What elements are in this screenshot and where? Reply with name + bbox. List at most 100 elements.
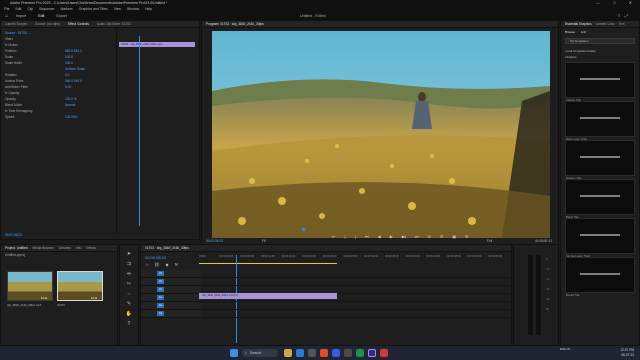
razor-tool-icon[interactable]: ✂ [127, 281, 131, 287]
app-icon[interactable] [356, 349, 364, 357]
language-indicator[interactable]: ENG IN [560, 347, 570, 351]
mark-out-bracket-icon[interactable]: } [355, 234, 356, 239]
fullscreen-icon[interactable]: ⤢ [625, 13, 632, 18]
premiere-taskbar-icon[interactable] [368, 349, 376, 357]
mark-in-icon[interactable]: ⇤ [332, 234, 335, 239]
tab-project[interactable]: Project: Untitled [5, 245, 28, 251]
home-icon[interactable]: ⌂ [5, 13, 8, 19]
mini-clip[interactable]: 01703 · clip_3840_2160_30fps.mp4 [119, 42, 195, 47]
export-frame-icon[interactable]: ▣ [452, 234, 456, 239]
start-icon[interactable] [230, 349, 238, 357]
track-header[interactable]: A2 [141, 302, 201, 309]
effect-controls-tabs: Lumetri Scopes Source: (no clips) Effect… [1, 21, 199, 28]
pen-tool-icon[interactable]: ✎ [127, 301, 131, 307]
tab-sequence[interactable]: 01703 · clip_3840_2160_30fps [145, 245, 189, 251]
template-card[interactable]: Simple Lower Third [565, 218, 635, 258]
track-label[interactable]: A1 [157, 295, 164, 300]
template-card[interactable]: Basic Title [565, 179, 635, 219]
effect-row-value[interactable]: Normal [65, 102, 75, 108]
type-tool-icon[interactable]: T [127, 321, 130, 327]
play-icon[interactable]: ▶ [390, 234, 393, 239]
close-button[interactable]: ✕ [629, 0, 638, 5]
tab-lumetri-color[interactable]: Lumetri Color [596, 21, 615, 27]
store-icon[interactable] [308, 349, 316, 357]
program-timecode-left[interactable]: 00:00:08:23 [206, 239, 223, 243]
go-to-out-icon[interactable]: ⏭ [415, 234, 419, 239]
tab-text[interactable]: Text [619, 21, 625, 27]
track-label[interactable]: A2 [157, 303, 164, 308]
mini-timeline[interactable]: 01703 · clip_3840_2160_30fps.mp4 [116, 28, 196, 233]
my-templates-button[interactable]: My Templates [565, 38, 635, 44]
track-header[interactable]: V2 [141, 278, 201, 285]
ec-timecode[interactable]: 00:00:08:23 [5, 233, 22, 237]
maximize-button[interactable]: □ [613, 0, 621, 5]
ruler-tick-label: 00:00:16:00 [281, 255, 296, 258]
tab-edit-graphics[interactable]: Edit [581, 30, 586, 34]
office-icon[interactable] [320, 349, 328, 357]
ripple-edit-tool-icon[interactable]: ⇹ [127, 271, 131, 277]
marker-icon[interactable]: ◆ [165, 262, 168, 267]
clock[interactable]: 12:37 PM 06-07-23 [620, 348, 634, 358]
overwrite-icon[interactable]: ⊟ [440, 234, 443, 239]
timeline-clip-v1[interactable]: clip_3840_2160_30fps.mp4 [V] [199, 293, 337, 299]
track-header[interactable]: A3 [141, 310, 201, 317]
track-label[interactable]: A3 [157, 311, 164, 316]
linked-icon[interactable]: ⛓ [154, 262, 159, 267]
settings-icon[interactable]: ⚙ [465, 234, 469, 239]
go-to-in-icon[interactable]: ⏮ [365, 234, 369, 239]
work-area-bar[interactable] [199, 263, 337, 264]
tab-essential-graphics[interactable]: Essential Graphics [565, 21, 592, 27]
selection-tool-icon[interactable]: ➤ [127, 251, 131, 257]
workspace-icons[interactable]: ⇪⤢ [617, 12, 632, 20]
ruler-tick-label: 00:00:44:00 [426, 255, 441, 258]
track-label[interactable]: V3 [157, 271, 164, 276]
snap-icon[interactable]: ⊃ [145, 262, 148, 267]
tab-program[interactable]: Program: 01703 · clip_3840_2160_30fps [206, 21, 264, 27]
tab-source[interactable]: Source: (no clips) [35, 21, 60, 27]
video-frame[interactable] [212, 31, 550, 238]
tab-info[interactable]: Info [76, 245, 81, 251]
tab-audio-clip-mixer[interactable]: Audio Clip Mixer: 01703 [97, 21, 131, 27]
step-forward-icon[interactable]: ▶| [402, 234, 406, 239]
ruler-tick-label: 00:00:04:00 [219, 255, 234, 258]
step-back-icon[interactable]: ◀ [378, 234, 381, 239]
template-card[interactable]: Classic Title [565, 62, 635, 102]
taskbar-search[interactable]: ⌕ Search [242, 349, 278, 357]
tab-browse[interactable]: Browse [565, 30, 575, 34]
file-explorer-icon[interactable] [284, 349, 292, 357]
track-label[interactable]: V2 [157, 279, 164, 284]
mini-playhead[interactable] [139, 36, 140, 226]
settings-app-icon[interactable] [344, 349, 352, 357]
hand-tool-icon[interactable]: ✋ [126, 311, 132, 317]
timeline-timecode[interactable]: 00:00:08:23 [145, 255, 166, 260]
template-card[interactable]: Boxed Title [565, 257, 635, 297]
insert-icon[interactable]: ⊕ [428, 234, 431, 239]
tab-media-browser[interactable]: Media Browser [33, 245, 54, 251]
track-label[interactable]: V1 [157, 287, 164, 292]
minimize-button[interactable]: — [596, 0, 606, 5]
tab-effects[interactable]: Effects [86, 245, 96, 251]
tab-lumetri-scopes[interactable]: Lumetri Scopes [5, 21, 27, 27]
track-select-tool-icon[interactable]: ⇉ [127, 261, 131, 267]
mark-in-bracket-icon[interactable]: { [344, 234, 345, 239]
slip-tool-icon[interactable]: ⇔ [127, 291, 132, 297]
chrome-icon[interactable] [380, 349, 388, 357]
edge-icon[interactable] [296, 349, 304, 357]
template-card[interactable]: Bold Lower Third [565, 101, 635, 141]
option-libraries[interactable]: Libraries [565, 54, 635, 60]
tab-effect-controls[interactable]: Effect Controls [68, 21, 89, 27]
wrench-icon[interactable]: ⚒ [175, 262, 179, 267]
fit-select[interactable]: Fit [262, 239, 266, 243]
effect-row[interactable]: Speed 100.00% [5, 114, 112, 120]
teams-icon[interactable] [332, 349, 340, 357]
track-header[interactable]: A1 [141, 294, 201, 301]
template-card[interactable]: Modern Title [565, 140, 635, 180]
tab-libraries[interactable]: Libraries [59, 245, 71, 251]
effect-row-value[interactable]: 100.00% [65, 114, 78, 120]
quick-export-icon[interactable]: ⇪ [617, 13, 624, 18]
track-header[interactable]: V1 [141, 286, 201, 293]
track-header[interactable]: V3 [141, 270, 201, 277]
quality-select[interactable]: Full [487, 239, 492, 243]
effect-row-value[interactable]: 0.00 [65, 84, 71, 90]
program-tabs: Program: 01703 · clip_3840_2160_30fps [202, 21, 558, 28]
